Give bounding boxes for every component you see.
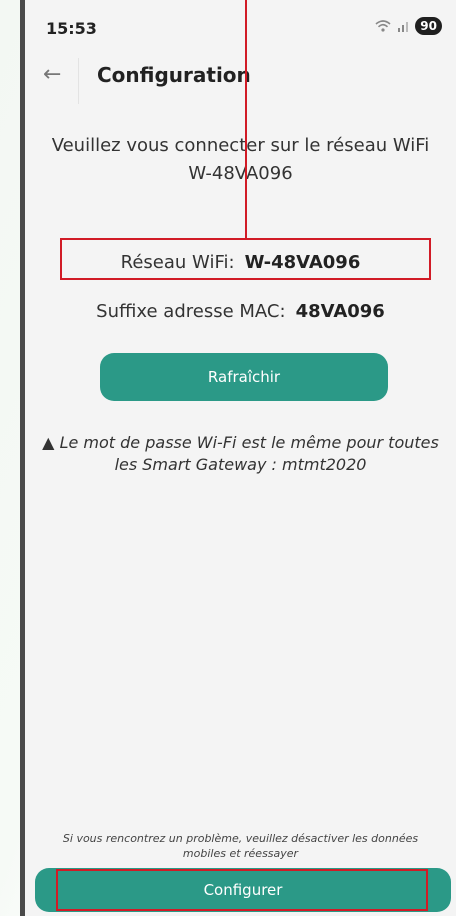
warning-line-2: les Smart Gateway : mtmt2020 [114,455,367,474]
connect-instruction: Veuillez vous connecter sur le réseau Wi… [25,132,456,188]
help-note-line-2: mobiles et réessayer [182,847,299,860]
warning-triangle-icon: ▲ [42,433,55,452]
phone-screen: 15:53 90 ← Configuration Veuillez vous c… [20,0,456,916]
battery-indicator: 90 [415,17,442,35]
app-bar-divider [78,58,79,104]
mac-value: 48VA096 [295,301,385,322]
page-title: Configuration [97,63,251,87]
back-arrow-icon[interactable]: ← [43,62,61,87]
instruction-line-2: W-48VA096 [188,163,293,184]
wifi-icon [375,20,391,32]
status-time: 15:53 [46,19,97,38]
password-warning: ▲ Le mot de passe Wi-Fi est le même pour… [25,432,456,476]
mac-row: Suffixe adresse MAC: 48VA096 [25,301,456,322]
help-note: Si vous rencontrez un problème, veuillez… [25,831,456,861]
instruction-line-1: Veuillez vous connecter sur le réseau Wi… [51,135,430,156]
refresh-button-label: Rafraîchir [207,368,281,386]
annotation-pointer-line [245,0,247,238]
configure-highlight-box [56,869,428,911]
network-highlight-box [60,238,431,280]
refresh-button[interactable]: Rafraîchir [100,353,388,401]
status-bar: 15:53 90 [25,0,456,56]
signal-icon [398,22,409,32]
status-icons: 90 [375,17,442,35]
help-note-line-1: Si vous rencontrez un problème, veuillez… [62,832,419,845]
warning-line-1: Le mot de passe Wi-Fi est le même pour t… [59,433,439,452]
mac-label: Suffixe adresse MAC: [96,301,286,322]
app-bar: ← Configuration [25,56,456,112]
